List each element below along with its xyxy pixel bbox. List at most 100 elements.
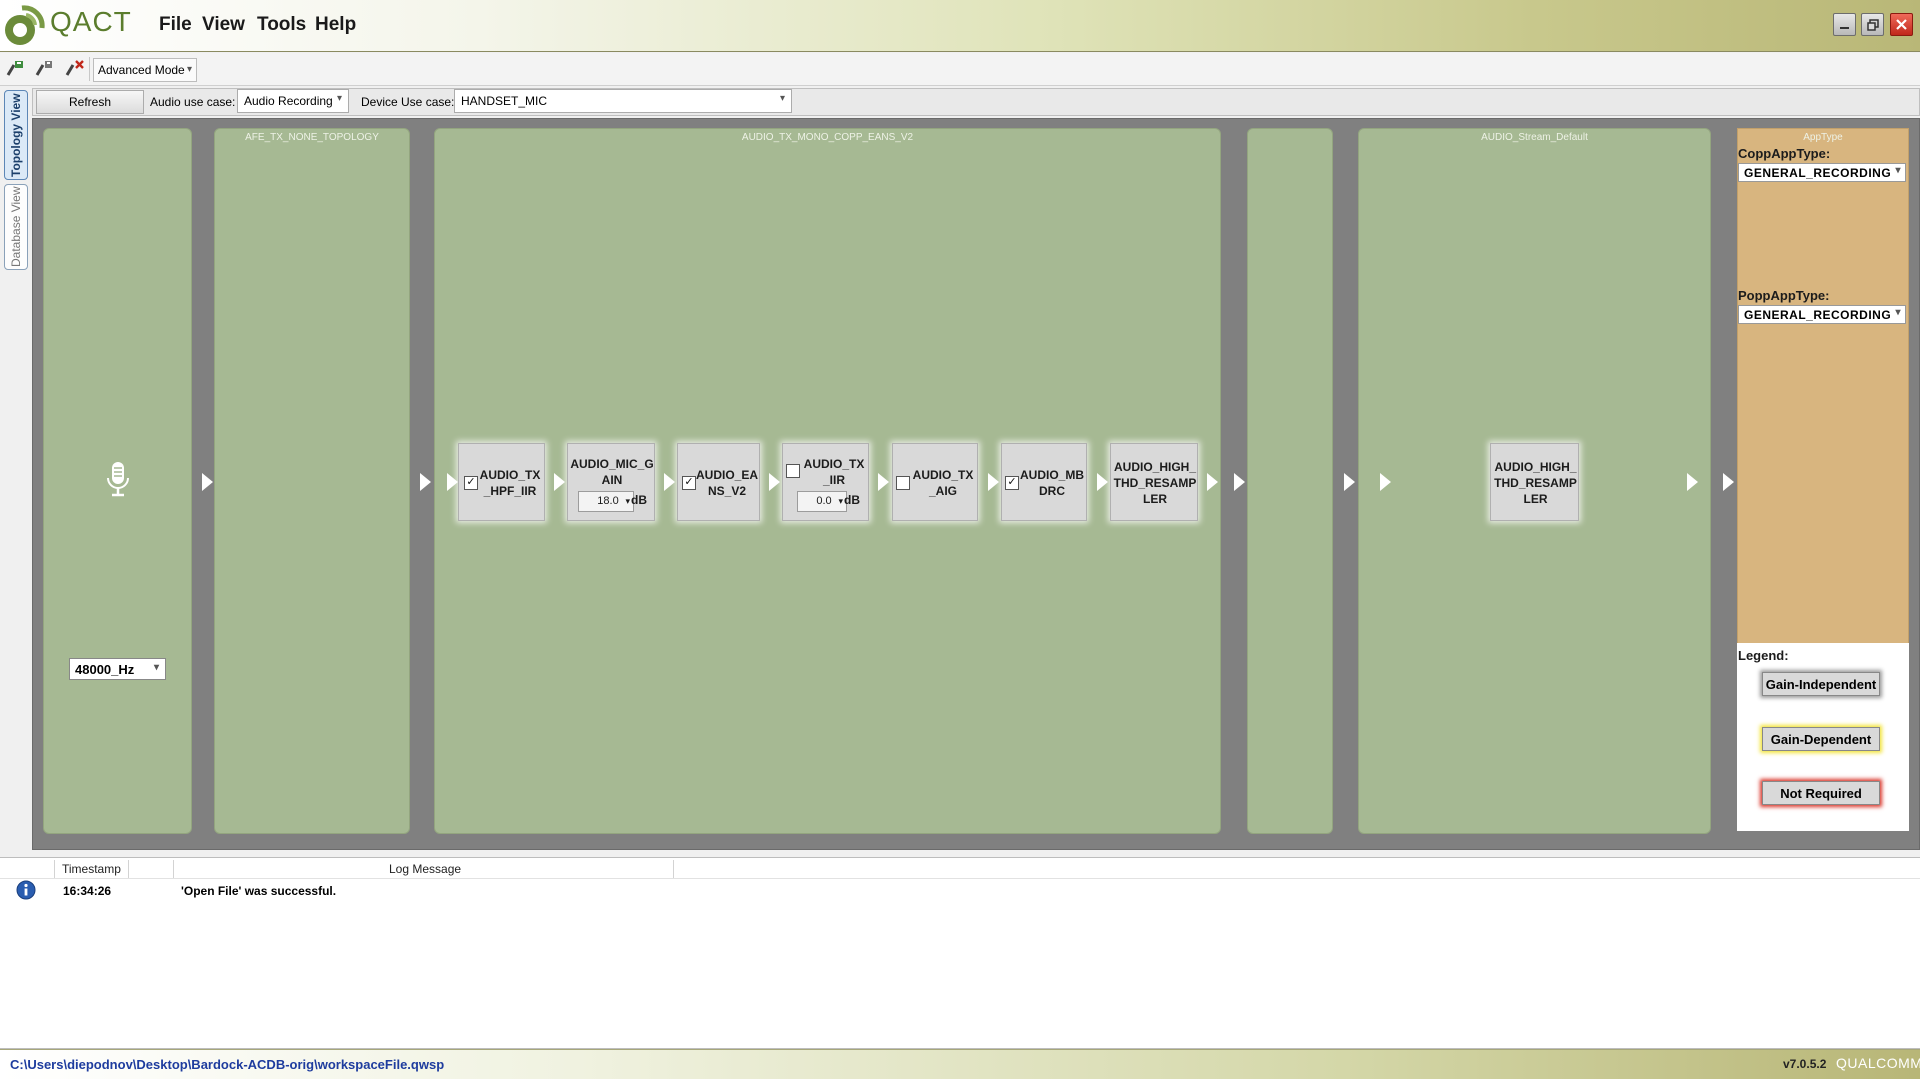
flow-arrow	[1687, 473, 1698, 491]
popp-apptype-dropdown[interactable]: GENERAL_RECORDING ▾	[1738, 305, 1906, 324]
audio-use-case-value: Audio Recording	[244, 94, 333, 108]
column-separator	[173, 860, 174, 878]
restore-icon	[1866, 18, 1879, 31]
column-separator	[128, 860, 129, 878]
module-audio-mic-gain[interactable]: AUDIO_MIC_GAIN 18.0 ▾ dB	[567, 443, 655, 521]
audio-use-case-dropdown[interactable]: Audio Recording ▾	[237, 89, 349, 113]
workspace-path: C:\Users\diepodnov\Desktop\Bardock-ACDB-…	[10, 1057, 445, 1072]
info-icon	[16, 880, 36, 900]
iir-gain-value: 0.0	[816, 495, 832, 507]
popp-apptype-label: PoppAppType:	[1738, 288, 1830, 303]
qact-logo-icon	[4, 4, 46, 46]
flow-arrow	[769, 473, 780, 491]
popp-apptype-value: GENERAL_RECORDING	[1744, 308, 1892, 322]
module-audio-tx-hpf-iir[interactable]: ✓ AUDIO_TX_HPF_IIR	[458, 443, 545, 521]
device-use-case-dropdown[interactable]: HANDSET_MIC ▾	[454, 89, 792, 113]
module-audio-mbdrc[interactable]: ✓ AUDIO_MBDRC	[1001, 443, 1087, 521]
module-audio-high-thd-resampler[interactable]: AUDIO_HIGH_THD_RESAMPLER	[1110, 443, 1198, 521]
chevron-down-icon: ▾	[1895, 165, 1901, 176]
refresh-button[interactable]: Refresh	[36, 90, 144, 114]
module-label: AUDIO_HIGH_THD_RESAMPLER	[1113, 460, 1197, 506]
flow-arrow	[202, 473, 213, 491]
legend-title: Legend:	[1738, 648, 1789, 663]
menu-help[interactable]: Help	[315, 14, 356, 36]
gain-dropdown[interactable]: 18.0 ▾	[578, 491, 634, 512]
menu-tools[interactable]: Tools	[257, 14, 306, 36]
log-header-message[interactable]: Log Message	[389, 862, 461, 876]
module-label: AUDIO_TX_HPF_IIR	[479, 468, 541, 498]
legend-gain-dependent: Gain-Dependent	[1762, 727, 1880, 751]
legend-not-required: Not Required	[1762, 781, 1880, 805]
restore-button[interactable]	[1861, 13, 1884, 36]
apptype-panel	[1737, 128, 1909, 648]
menu-view[interactable]: View	[202, 14, 245, 36]
copp-apptype-dropdown[interactable]: GENERAL_RECORDING ▾	[1738, 163, 1906, 182]
copp-topology-title: AUDIO_TX_MONO_COPP_EANS_V2	[741, 132, 914, 143]
chevron-down-icon: ▾	[186, 64, 192, 75]
vendor-logo: QUALCOMM	[1836, 1055, 1920, 1071]
connect-icon[interactable]	[3, 58, 27, 80]
module-label: AUDIO_TX_IIR	[803, 457, 865, 487]
column-separator	[673, 860, 674, 878]
log-header-timestamp[interactable]: Timestamp	[62, 862, 121, 876]
module-enable-checkbox[interactable]: ✓	[1005, 476, 1019, 490]
disconnect-x-icon[interactable]	[62, 58, 86, 80]
audio-use-case-label: Audio use case:	[150, 95, 236, 109]
version-label: v7.0.5.2	[1783, 1057, 1827, 1071]
log-row-timestamp: 16:34:26	[63, 884, 112, 898]
tab-database-view[interactable]: Database View	[4, 184, 28, 270]
afe-topology-title: AFE_TX_NONE_TOPOLOGY	[245, 132, 379, 143]
menu-file[interactable]: File	[159, 14, 192, 36]
flow-arrow	[447, 473, 458, 491]
iir-gain-dropdown[interactable]: 0.0 ▾	[797, 491, 847, 512]
module-audio-eans-v2[interactable]: ✓ AUDIO_EANS_V2	[677, 443, 760, 521]
flow-arrow	[1723, 473, 1734, 491]
close-button[interactable]	[1890, 13, 1913, 36]
microphone-icon	[106, 460, 130, 500]
copp-apptype-value: GENERAL_RECORDING	[1744, 166, 1892, 180]
log-header-divider	[0, 878, 1920, 879]
stream-topology-title: AUDIO_Stream_Default	[1481, 132, 1588, 143]
log-row-message: 'Open File' was successful.	[181, 884, 337, 898]
device-use-case-label: Device Use case:	[361, 95, 455, 109]
minimize-icon	[1840, 27, 1849, 29]
flow-arrow	[1207, 473, 1218, 491]
tab-topology-view[interactable]: Topology View	[4, 90, 28, 180]
flow-arrow	[988, 473, 999, 491]
chevron-down-icon: ▾	[334, 93, 342, 104]
module-label: AUDIO_MBDRC	[1020, 468, 1085, 498]
flow-arrow	[420, 473, 431, 491]
copp-apptype-label: CoppAppType:	[1738, 146, 1831, 161]
module-enable-checkbox[interactable]	[896, 476, 910, 490]
mode-value: Advanced Mode	[98, 63, 185, 77]
module-enable-checkbox[interactable]	[786, 464, 800, 478]
module-stream-high-thd-resampler[interactable]: AUDIO_HIGH_THD_RESAMPLER	[1490, 443, 1579, 521]
module-label: AUDIO_MIC_GAIN	[570, 457, 654, 487]
module-audio-tx-iir[interactable]: AUDIO_TX_IIR 0.0 ▾ dB	[782, 443, 869, 521]
chevron-down-icon: ▾	[153, 662, 159, 673]
flow-arrow	[878, 473, 889, 491]
afe-topology-panel	[214, 128, 410, 834]
apptype-title: AppType	[1803, 132, 1843, 143]
chevron-down-icon: ▾	[779, 93, 785, 104]
module-label: AUDIO_TX_AIG	[912, 468, 974, 498]
iir-gain-unit: dB	[844, 493, 860, 507]
module-enable-checkbox[interactable]: ✓	[464, 476, 478, 490]
chevron-down-icon: ▾	[838, 496, 843, 506]
module-enable-checkbox[interactable]: ✓	[682, 476, 696, 490]
toolbar	[0, 53, 1920, 86]
sample-rate-value: 48000_Hz	[75, 662, 135, 677]
app-name: QACT	[50, 6, 132, 37]
flow-arrow	[554, 473, 565, 491]
module-audio-tx-aig[interactable]: AUDIO_TX_AIG	[892, 443, 978, 521]
close-icon	[1896, 19, 1907, 30]
minimize-button[interactable]	[1833, 13, 1856, 36]
mode-dropdown[interactable]: Advanced Mode ▾	[93, 58, 197, 82]
toolbar-separator	[89, 57, 90, 81]
device-use-case-value: HANDSET_MIC	[461, 94, 548, 108]
module-label: AUDIO_HIGH_THD_RESAMPLER	[1494, 460, 1577, 506]
disconnect-icon[interactable]	[32, 58, 56, 80]
flow-arrow	[1344, 473, 1355, 491]
sample-rate-dropdown[interactable]: 48000_Hz ▾	[69, 658, 166, 680]
gain-value: 18.0	[597, 495, 619, 507]
